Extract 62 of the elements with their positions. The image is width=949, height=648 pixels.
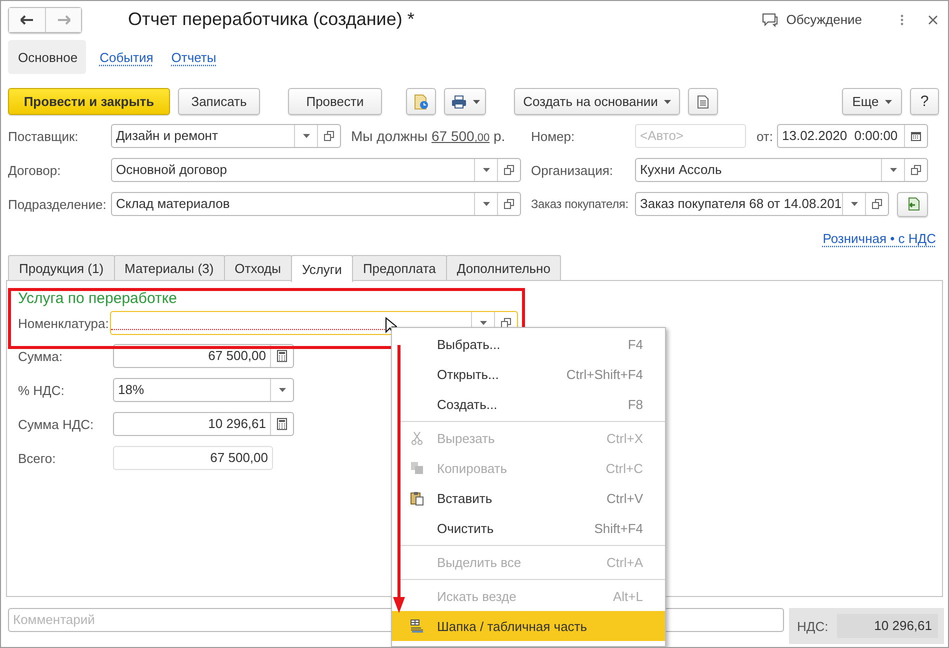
tab[interactable]: Продукция (1): [8, 255, 115, 280]
tax-mode-link[interactable]: Розничная • с НДС: [822, 231, 936, 245]
debt-text: Мы должны 67 500,00 р.: [350, 128, 506, 144]
field-label: Всего:: [18, 450, 57, 466]
document-arrow-icon: [906, 197, 920, 211]
paste-icon: [410, 490, 424, 506]
more-button[interactable]: Еще: [842, 88, 902, 115]
section-tab[interactable]: Отчеты: [161, 40, 224, 74]
section-tab[interactable]: Основное: [8, 40, 86, 74]
field-label: Сумма:: [18, 348, 64, 364]
caret-icon: [664, 100, 671, 104]
field-label: Сумма НДС:: [18, 416, 95, 432]
field-label: Номер:: [530, 128, 576, 144]
tab[interactable]: Материалы (3): [114, 255, 225, 280]
fill-from-order-button[interactable]: [897, 192, 928, 216]
window-title: Отчет переработчика (создание) *: [128, 9, 414, 30]
save-button[interactable]: Записать: [178, 88, 260, 115]
field-label: Поставщик:: [8, 128, 80, 144]
field-label: Договор:: [8, 162, 62, 178]
post-button[interactable]: Провести: [288, 88, 382, 115]
tab[interactable]: Услуги: [290, 255, 353, 282]
document-button[interactable]: [688, 88, 718, 115]
caret-icon: [472, 100, 480, 104]
caret-icon: [884, 100, 892, 104]
menu-item[interactable]: Создать... F8: [392, 389, 665, 419]
vat-total-value: 10 296,61: [837, 614, 938, 638]
field-label: от:: [755, 128, 774, 144]
open-window-icon: [501, 318, 511, 328]
printer-icon: [450, 94, 466, 108]
menu-item[interactable]: Очистить Shift+F4: [392, 513, 665, 543]
copy-icon: [410, 461, 424, 475]
section-tab[interactable]: События: [90, 40, 162, 74]
chat-icon: [762, 12, 778, 26]
menu-item[interactable]: Вставить Ctrl+V: [392, 483, 665, 513]
close-icon[interactable]: [928, 14, 938, 24]
field-label: Организация:: [530, 162, 614, 178]
vat-label: НДС:: [797, 618, 830, 634]
document-icon: [697, 94, 709, 108]
post-and-close-button[interactable]: Провести и закрыть: [8, 88, 170, 115]
document-history-button[interactable]: [406, 88, 436, 115]
group-title: Услуга по переработке: [18, 290, 178, 309]
menu-item[interactable]: Открыть... Ctrl+Shift+F4: [392, 359, 665, 389]
total-field: 67 500,00: [114, 447, 272, 469]
menu-item[interactable]: Выбрать... F4: [392, 329, 665, 359]
field-label: % НДС:: [18, 382, 66, 398]
back-arrow-icon: [20, 14, 34, 24]
forward-arrow-icon: [56, 14, 70, 24]
field-label: Заказ покупателя:: [530, 197, 630, 211]
back-button[interactable]: [9, 8, 45, 32]
tab[interactable]: Дополнительно: [446, 255, 562, 280]
document-clock-icon: [413, 94, 429, 110]
print-button[interactable]: [444, 88, 486, 115]
field-label: Номенклатура:: [18, 316, 110, 330]
create-based-on-button[interactable]: Создать на основании: [514, 88, 680, 115]
caret-icon: [480, 321, 486, 325]
discussion-link[interactable]: Обсуждение: [786, 12, 862, 27]
tab[interactable]: Отходы: [224, 255, 292, 280]
more-icon[interactable]: [900, 14, 904, 26]
help-button[interactable]: ?: [910, 88, 939, 115]
scissors-icon: [410, 431, 422, 445]
field-label: Подразделение:: [8, 196, 108, 212]
tab[interactable]: Предоплата: [352, 255, 447, 280]
